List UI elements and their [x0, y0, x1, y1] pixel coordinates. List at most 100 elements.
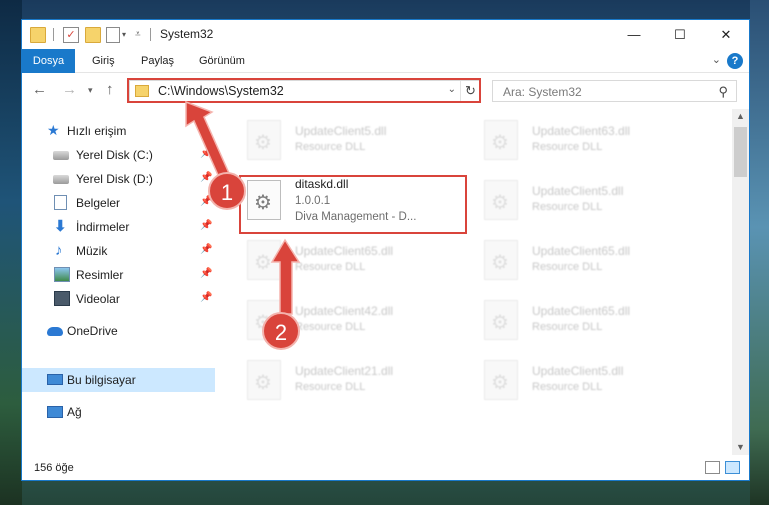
nav-item-downloads[interactable]: ⬇ İndirmeler 📌	[22, 215, 215, 239]
up-arrow-icon[interactable]: ↑	[106, 81, 114, 99]
music-icon: ♪	[55, 242, 63, 259]
tab-file[interactable]: Dosya	[22, 49, 75, 73]
file-name: UpdateClient5.dll	[532, 364, 624, 378]
file-type: Resource DLL	[295, 381, 366, 393]
file-type: Resource DLL	[295, 141, 366, 153]
ribbon: Dosya Giriş Paylaş Görünüm ⌄ ?	[22, 49, 749, 73]
file-name: UpdateClient5.dll	[295, 124, 387, 138]
file-item[interactable]: UpdateClient65.dll Resource DLL	[480, 235, 710, 285]
search-input[interactable]: Ara: System32	[503, 85, 582, 99]
nav-item-network[interactable]: Ağ	[22, 400, 215, 424]
pin-icon: 📌	[200, 244, 213, 255]
file-type: Resource DLL	[532, 321, 603, 333]
scrollbar-thumb[interactable]	[734, 127, 747, 177]
tab-share[interactable]: Paylaş	[141, 49, 174, 73]
dll-file-icon	[484, 180, 518, 220]
folder-icon	[30, 27, 46, 43]
tab-home[interactable]: Giriş	[92, 49, 115, 73]
scroll-up-icon[interactable]: ▲	[736, 111, 745, 121]
file-type: Resource DLL	[532, 261, 603, 273]
recent-locations-icon[interactable]: ▾	[88, 81, 93, 99]
nav-item-pictures[interactable]: Resimler 📌	[22, 263, 215, 287]
tab-view[interactable]: Görünüm	[199, 49, 245, 73]
undo-icon[interactable]	[106, 27, 120, 43]
search-icon[interactable]: ⚲	[718, 84, 728, 100]
nav-item-local-disk-d[interactable]: Yerel Disk (D:) 📌	[22, 167, 215, 191]
file-type: Resource DLL	[532, 201, 603, 213]
title-bar: ✓ ▾ ⩡ System32 — ☐ ✕	[22, 20, 749, 49]
close-button[interactable]: ✕	[703, 20, 749, 49]
nav-item-label: OneDrive	[67, 324, 118, 338]
cloud-icon	[47, 327, 63, 336]
dll-file-icon	[484, 120, 518, 160]
file-name: UpdateClient21.dll	[295, 364, 394, 378]
maximize-button[interactable]: ☐	[657, 20, 703, 49]
nav-item-quick-access[interactable]: ★ Hızlı erişim	[22, 119, 215, 143]
videos-icon	[54, 291, 70, 306]
vertical-scrollbar[interactable]: ▲ ▼	[732, 109, 749, 455]
step-2-badge: 2	[262, 312, 300, 350]
file-name: UpdateClient42.dll	[295, 304, 394, 318]
customize-toolbar-icon[interactable]: ⩡	[135, 27, 151, 43]
file-item[interactable]: UpdateClient21.dll Resource DLL	[243, 355, 473, 405]
star-icon: ★	[47, 122, 60, 138]
search-box[interactable]: Ara: System32 ⚲	[492, 80, 737, 102]
navigation-pane: ★ Hızlı erişim Yerel Disk (C:) 📌 Yerel D…	[22, 109, 215, 455]
nav-item-videos[interactable]: Videolar 📌	[22, 287, 215, 311]
expand-ribbon-icon[interactable]: ⌄	[712, 53, 721, 66]
file-type: Resource DLL	[532, 381, 603, 393]
nav-item-label: Müzik	[76, 244, 108, 258]
pin-icon: 📌	[200, 268, 213, 279]
file-type: Resource DLL	[295, 321, 366, 333]
dll-file-icon	[247, 360, 281, 400]
step-1-badge: 1	[208, 172, 246, 210]
pictures-icon	[54, 267, 70, 282]
file-name: UpdateClient65.dll	[532, 244, 631, 258]
nav-item-local-disk-c[interactable]: Yerel Disk (C:) 📌	[22, 143, 215, 167]
nav-item-music[interactable]: ♪ Müzik 📌	[22, 239, 215, 263]
properties-icon[interactable]: ✓	[63, 27, 79, 43]
drive-icon	[53, 175, 69, 184]
file-type: Resource DLL	[295, 261, 366, 273]
back-arrow-icon[interactable]: ←	[32, 81, 47, 99]
dll-file-icon	[484, 360, 518, 400]
nav-item-label: Bu bilgisayar	[67, 373, 136, 387]
new-folder-icon[interactable]	[85, 27, 101, 43]
toolbar-separator	[53, 28, 54, 41]
dll-file-icon	[247, 240, 281, 280]
minimize-button[interactable]: —	[611, 20, 657, 49]
nav-item-documents[interactable]: Belgeler 📌	[22, 191, 215, 215]
file-highlight-box	[239, 175, 467, 234]
file-type: Resource DLL	[532, 141, 603, 153]
window-title: System32	[160, 27, 214, 41]
dll-file-icon	[484, 240, 518, 280]
pin-icon: 📌	[200, 220, 213, 231]
nav-item-label: Ağ	[67, 405, 82, 419]
file-list: UpdateClient5.dll Resource DLL ditaskd.d…	[235, 109, 731, 455]
desktop-background-left	[0, 0, 22, 505]
nav-item-this-pc[interactable]: Bu bilgisayar	[22, 368, 215, 392]
status-bar: 156 öğe	[22, 455, 749, 480]
file-name: UpdateClient5.dll	[532, 184, 624, 198]
file-item[interactable]: UpdateClient5.dll Resource DLL	[480, 175, 710, 225]
scroll-down-icon[interactable]: ▼	[736, 442, 745, 452]
file-item[interactable]: UpdateClient5.dll Resource DLL	[480, 355, 710, 405]
desktop-background-right	[750, 0, 769, 505]
help-icon[interactable]: ?	[727, 53, 743, 69]
file-item[interactable]: UpdateClient65.dll Resource DLL	[243, 235, 473, 285]
nav-item-label: Yerel Disk (D:)	[76, 172, 153, 186]
tiles-view-icon[interactable]	[725, 461, 740, 474]
forward-arrow-icon[interactable]: →	[62, 81, 77, 99]
nav-item-label: Hızlı erişim	[67, 124, 127, 138]
pin-icon: 📌	[200, 292, 213, 303]
network-icon	[47, 406, 63, 418]
file-item[interactable]: UpdateClient5.dll Resource DLL	[243, 115, 473, 165]
dll-file-icon	[247, 120, 281, 160]
nav-item-label: İndirmeler	[76, 220, 130, 234]
details-view-icon[interactable]	[705, 461, 720, 474]
download-icon: ⬇	[54, 218, 67, 235]
file-item[interactable]: UpdateClient63.dll Resource DLL	[480, 115, 710, 165]
file-item[interactable]: UpdateClient65.dll Resource DLL	[480, 295, 710, 345]
nav-item-label: Resimler	[76, 268, 124, 282]
nav-item-onedrive[interactable]: OneDrive	[22, 319, 215, 343]
